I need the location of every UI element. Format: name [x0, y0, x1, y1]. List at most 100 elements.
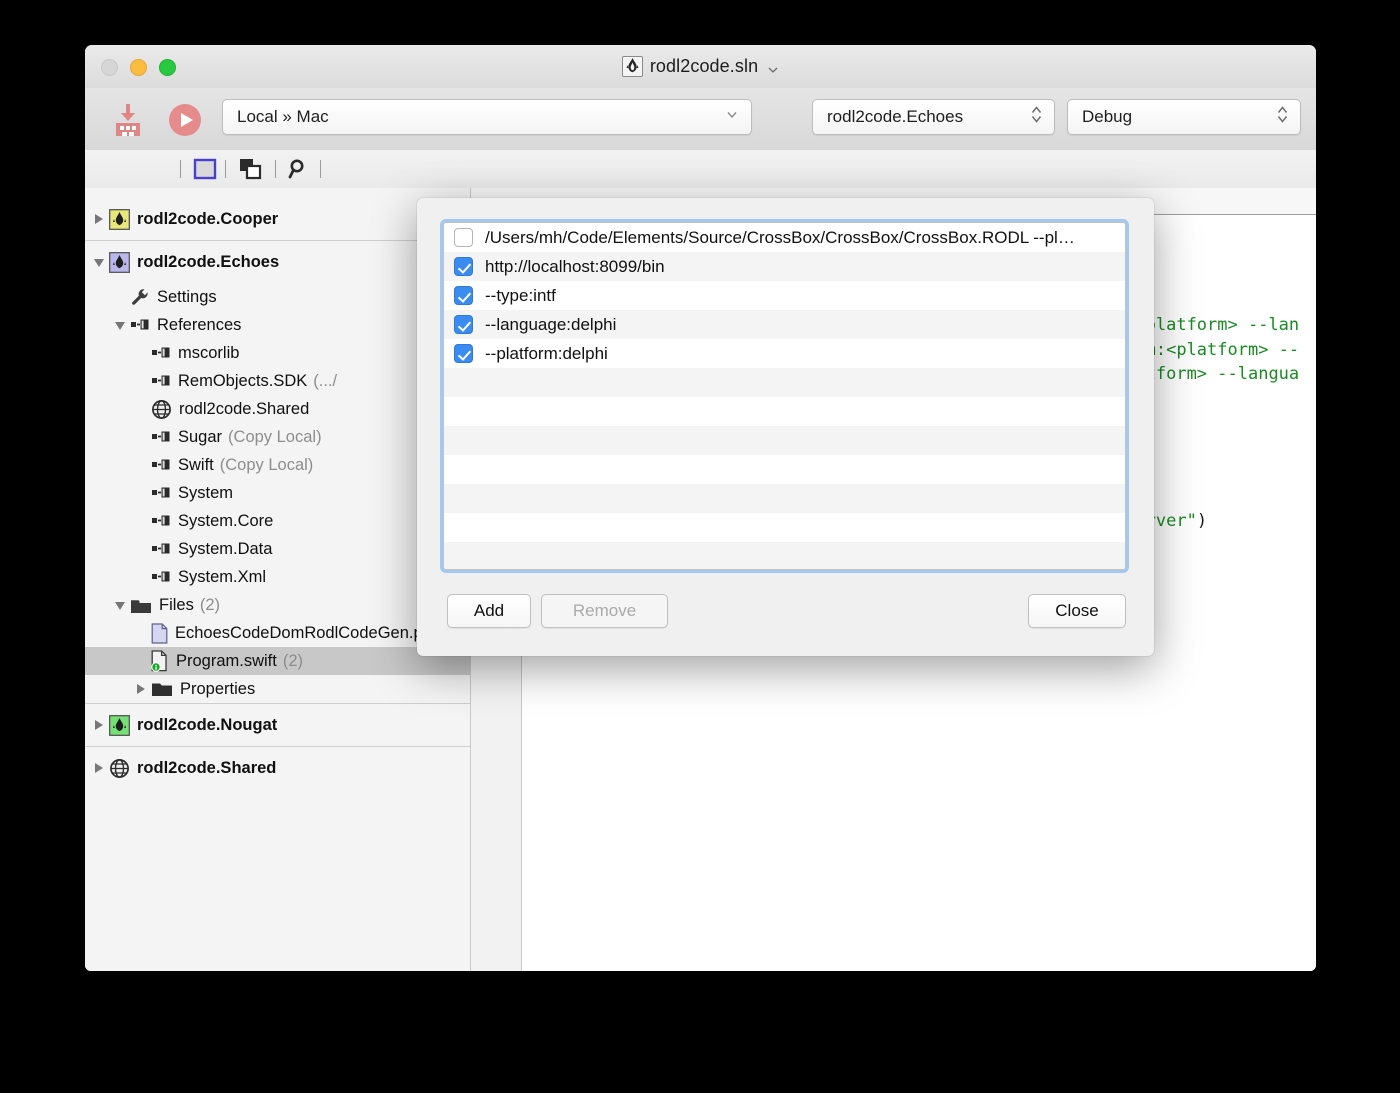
screen: rodl2code.sln Local » Mac rodl2code.Echo… — [0, 0, 1400, 1093]
tree-item-label: Program.swift — [176, 651, 277, 670]
argument-label: --type:intf — [485, 285, 556, 305]
tree-item-suffix: (Copy Local) — [228, 427, 322, 446]
checkbox-checked[interactable] — [454, 315, 473, 334]
toolbar-divider — [320, 160, 321, 178]
reference-icon — [151, 513, 171, 529]
tree-item-rodl2code-shared[interactable]: rodl2code.Shared — [85, 747, 470, 789]
tree-item-properties[interactable]: Properties — [85, 675, 470, 703]
argument-row[interactable] — [444, 513, 1125, 542]
argument-row[interactable]: --platform:delphi — [444, 339, 1125, 368]
stepper-updown-icon — [1030, 103, 1043, 132]
tree-item-system[interactable]: System — [85, 479, 470, 507]
tree-item-label: rodl2code.Echoes — [137, 252, 280, 271]
tree-item-remobjects-sdk[interactable]: RemObjects.SDK (.../ — [85, 367, 470, 395]
add-button[interactable]: Add — [447, 594, 531, 628]
project-tree[interactable]: rodl2code.Cooper rodl2code.Echoes Settings… — [85, 198, 470, 789]
flame-green-icon — [109, 714, 130, 736]
single-pane-icon[interactable] — [193, 158, 217, 185]
split-pane-icon[interactable] — [238, 158, 264, 185]
tree-item-label: mscorlib — [178, 343, 240, 362]
argument-row[interactable] — [444, 368, 1125, 397]
reference-icon — [151, 429, 171, 445]
argument-row[interactable] — [444, 542, 1125, 569]
reference-icon — [151, 345, 171, 361]
disclosure-triangle-right-icon[interactable] — [135, 681, 151, 697]
window-title-group: rodl2code.sln — [85, 45, 1316, 88]
tree-item-suffix: (Copy Local) — [219, 455, 314, 474]
reference-icon — [151, 541, 171, 557]
tree-item-program-swift[interactable]: Program.swift (2) — [85, 647, 470, 675]
checkbox-checked[interactable] — [454, 286, 473, 305]
globe-icon — [151, 399, 172, 420]
folder-open-icon — [130, 597, 152, 614]
title-chevron-down-icon[interactable] — [767, 63, 779, 75]
search-icon[interactable] — [288, 158, 310, 185]
disclosure-triangle-right-icon[interactable] — [93, 760, 109, 776]
tree-item-mscorlib[interactable]: mscorlib — [85, 339, 470, 367]
tree-item-label: RemObjects.SDK — [178, 371, 308, 390]
argument-row[interactable]: --type:intf — [444, 281, 1125, 310]
tree-item-references[interactable]: References — [85, 311, 470, 339]
argument-row[interactable]: /Users/mh/Code/Elements/Source/CrossBox/… — [444, 223, 1125, 252]
tree-item-rodl2code-echoes[interactable]: rodl2code.Echoes — [85, 241, 470, 283]
argument-row[interactable]: http://localhost:8099/bin — [444, 252, 1125, 281]
destination-label: Local » Mac — [237, 107, 329, 126]
tree-item-system-data[interactable]: System.Data — [85, 535, 470, 563]
toolbar-divider — [180, 160, 181, 178]
tree-item-echoescodedomrodlcodegen-pas[interactable]: EchoesCodeDomRodlCodeGen.pas — [85, 619, 470, 647]
reference-icon — [151, 569, 171, 585]
tree-item-label: System — [178, 483, 234, 502]
argument-row[interactable]: --language:delphi — [444, 310, 1125, 339]
reference-icon — [151, 485, 171, 501]
build-icon[interactable] — [108, 100, 148, 140]
tree-item-settings[interactable]: Settings — [85, 283, 470, 311]
destination-combo[interactable]: Local » Mac — [222, 99, 752, 135]
argument-row[interactable] — [444, 484, 1125, 513]
disclosure-triangle-right-icon[interactable] — [93, 717, 109, 733]
tree-item-system-core[interactable]: System.Core — [85, 507, 470, 535]
tree-item-label: Settings — [157, 287, 217, 306]
checkbox-unchecked[interactable] — [454, 228, 473, 247]
disclosure-triangle-down-icon[interactable] — [93, 254, 109, 270]
close-dialog-button[interactable]: Close — [1028, 594, 1126, 628]
remove-button: Remove — [541, 594, 668, 628]
disclosure-triangle-down-icon[interactable] — [114, 317, 130, 333]
file-swift-icon — [151, 650, 169, 672]
reference-icon — [151, 457, 171, 473]
tree-item-label: rodl2code.Nougat — [137, 715, 278, 734]
flame-yellow-icon — [109, 208, 130, 230]
arguments-dialog: /Users/mh/Code/Elements/Source/CrossBox/… — [417, 198, 1154, 656]
argument-row[interactable] — [444, 397, 1125, 426]
tree-item-rodl2code-nougat[interactable]: rodl2code.Nougat — [85, 704, 470, 746]
project-combo[interactable]: rodl2code.Echoes — [812, 99, 1055, 135]
tree-item-label: rodl2code.Shared — [179, 399, 310, 418]
tree-item-suffix: (2) — [199, 595, 221, 614]
disclosure-triangle-right-icon[interactable] — [93, 211, 109, 227]
configuration-combo[interactable]: Debug — [1067, 99, 1301, 135]
tree-item-rodl2code-cooper[interactable]: rodl2code.Cooper — [85, 198, 470, 240]
argument-row[interactable] — [444, 455, 1125, 484]
tree-item-suffix: (2) — [282, 651, 304, 670]
disclosure-triangle-down-icon[interactable] — [114, 597, 130, 613]
tree-item-swift[interactable]: Swift (Copy Local) — [85, 451, 470, 479]
tree-item-label: References — [157, 315, 242, 334]
arguments-listbox[interactable]: /Users/mh/Code/Elements/Source/CrossBox/… — [443, 222, 1126, 570]
tree-item-suffix: (.../ — [313, 371, 338, 390]
checkbox-checked[interactable] — [454, 257, 473, 276]
elements-flame-icon — [621, 56, 643, 77]
tree-item-sugar[interactable]: Sugar (Copy Local) — [85, 423, 470, 451]
tree-item-files[interactable]: Files (2) — [85, 591, 470, 619]
globe-icon — [109, 758, 130, 779]
argument-row[interactable] — [444, 426, 1125, 455]
tree-item-rodl2code-shared[interactable]: rodl2code.Shared — [85, 395, 470, 423]
checkbox-checked[interactable] — [454, 344, 473, 363]
main-toolbar: Local » Mac rodl2code.Echoes Debug — [85, 88, 1316, 151]
tree-item-system-xml[interactable]: System.Xml — [85, 563, 470, 591]
argument-label: --language:delphi — [485, 314, 617, 334]
run-icon[interactable] — [167, 102, 203, 138]
project-tree-sidebar[interactable]: rodl2code.Cooper rodl2code.Echoes Settings… — [85, 188, 471, 971]
